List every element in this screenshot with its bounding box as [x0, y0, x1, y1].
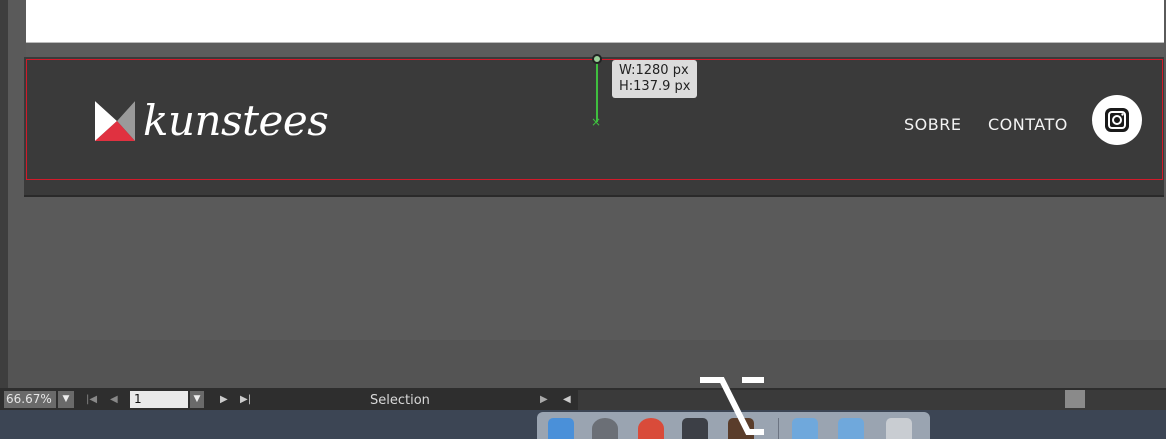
canvas-left-edge: [0, 0, 8, 439]
instagram-button[interactable]: [1092, 95, 1142, 145]
instagram-icon: [1105, 108, 1129, 132]
dock-separator: [778, 418, 779, 439]
dimension-tooltip: W:1280 px H:137.9 px: [612, 60, 698, 98]
first-page-icon[interactable]: |◀: [86, 391, 97, 408]
scroll-thumb[interactable]: [1065, 390, 1085, 408]
brand-logo[interactable]: kunstees: [95, 96, 329, 145]
finder-icon[interactable]: [548, 418, 574, 439]
tooltip-height: H:137.9 px: [619, 79, 691, 94]
downloads-icon[interactable]: [838, 418, 864, 439]
kunstees-logo-mark-icon: [95, 101, 135, 141]
system-preferences-icon[interactable]: [592, 418, 618, 439]
measure-handle-icon[interactable]: [592, 54, 602, 64]
measure-end-icon: ×: [591, 115, 602, 129]
zoom-dropdown-icon[interactable]: ▼: [58, 391, 74, 408]
nav-item-contato[interactable]: CONTATO: [988, 115, 1068, 134]
scroll-left-icon[interactable]: ◀: [563, 391, 571, 408]
canvas-lower-area: [8, 340, 1166, 388]
folder-icon[interactable]: [792, 418, 818, 439]
page-dropdown-icon[interactable]: ▼: [190, 391, 204, 408]
chrome-icon[interactable]: [638, 418, 664, 439]
option-key-overlay-icon: [700, 377, 764, 435]
status-menu-icon[interactable]: ▶: [540, 391, 548, 408]
nav-item-sobre[interactable]: SOBRE: [904, 115, 961, 134]
page-number-field[interactable]: 1: [130, 391, 188, 408]
next-page-icon[interactable]: ▶: [220, 391, 228, 408]
tooltip-width: W:1280 px: [619, 63, 689, 78]
measure-guide-line: [596, 58, 598, 122]
prev-page-icon[interactable]: ◀: [110, 391, 118, 408]
trash-icon[interactable]: [886, 418, 912, 439]
last-page-icon[interactable]: ▶|: [240, 391, 251, 408]
zoom-field[interactable]: 66.67%: [4, 391, 56, 408]
brand-name: kunstees: [143, 96, 329, 145]
artboard-white-area: [26, 0, 1164, 43]
current-tool-label: Selection: [370, 393, 430, 408]
